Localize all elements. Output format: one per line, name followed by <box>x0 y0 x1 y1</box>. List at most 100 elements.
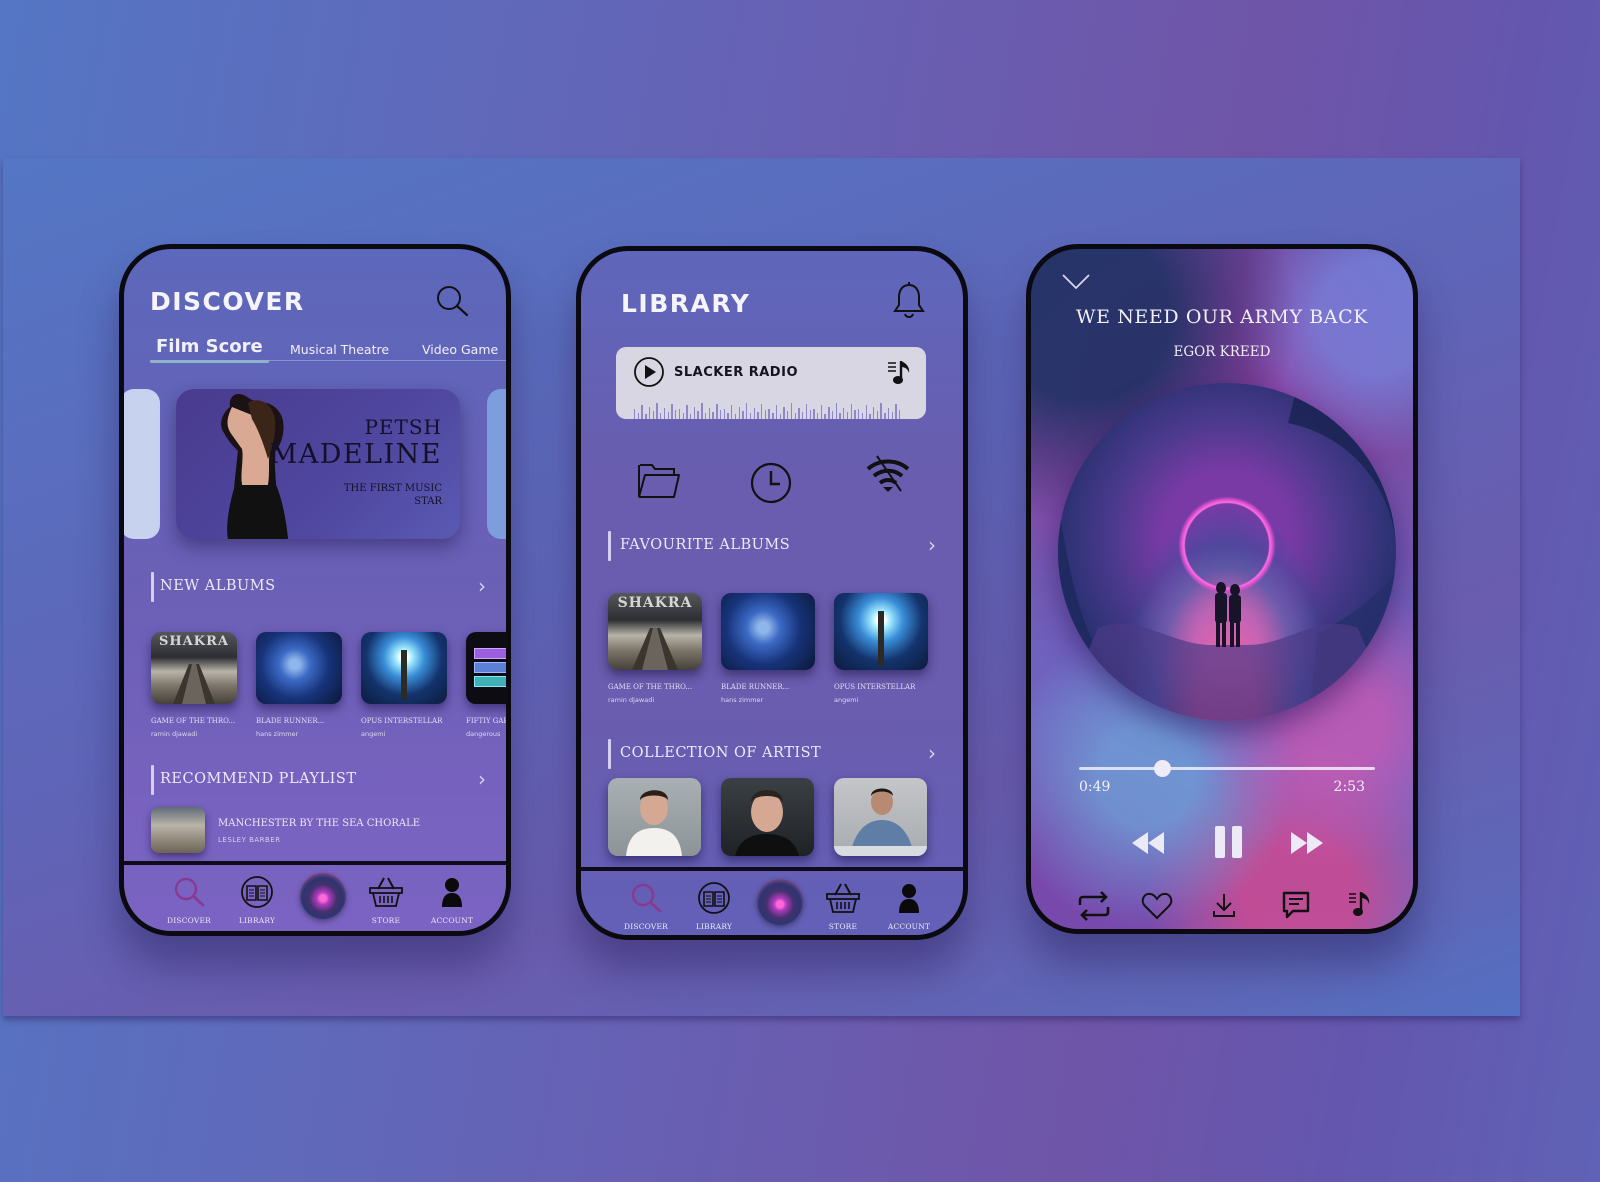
waveform-bar <box>701 403 703 419</box>
nav-now-playing[interactable] <box>750 879 810 925</box>
nav-discover[interactable]: DISCOVER <box>159 875 219 925</box>
album-card[interactable]: SHAKRA GAME OF THE THRO... ramin djawadi <box>608 593 702 704</box>
chevron-down-icon[interactable] <box>1061 273 1091 291</box>
waveform-bar <box>839 413 841 419</box>
waveform-bar <box>667 412 669 419</box>
album-artist: hans zimmer <box>721 696 764 704</box>
music-queue-icon[interactable] <box>886 357 914 387</box>
playlist-artist: LESLEY BARBER <box>218 836 281 844</box>
heart-icon[interactable] <box>1141 892 1173 920</box>
waveform-bar <box>656 403 658 419</box>
album-card[interactable]: SHAKRA GAME OF THE THRO... ramin djawadi <box>151 632 237 738</box>
folder-icon[interactable] <box>636 459 682 505</box>
playlist-icon[interactable] <box>1348 889 1372 919</box>
progress-bar[interactable] <box>1079 760 1375 777</box>
tab-video-game[interactable]: Video Game <box>422 342 498 357</box>
library-screen: LIBRARY SLACKER RADIO FAVOURITE ALBUMS ›… <box>576 246 968 940</box>
waveform-bar <box>742 411 744 419</box>
nav-library[interactable]: LIBRARY <box>684 881 744 931</box>
album-card[interactable]: BLADE RUNNER... hans zimmer <box>721 593 815 704</box>
progress-knob[interactable] <box>1153 760 1171 777</box>
waveform-bar <box>693 407 696 419</box>
user-icon <box>899 884 919 913</box>
waveform-bar <box>678 409 681 419</box>
featured-artist-card[interactable]: PETSH MADELINE THE FIRST MUSIC STAR <box>176 389 460 539</box>
nav-account[interactable]: ACCOUNT <box>879 881 939 931</box>
waveform-bar <box>716 404 718 419</box>
playlist-item[interactable]: MANCHESTER BY THE SEA CHORALE LESLEY BAR… <box>151 807 491 855</box>
album-title: BLADE RUNNER... <box>721 683 790 691</box>
radio-card[interactable]: SLACKER RADIO <box>616 347 926 419</box>
waveform-bar <box>802 412 804 419</box>
search-icon <box>631 883 662 913</box>
page-title: DISCOVER <box>150 287 305 316</box>
song-artist: EGOR KREED <box>1173 344 1271 360</box>
artist-card[interactable] <box>608 778 701 856</box>
section-title: NEW ALBUMS <box>160 578 276 594</box>
album-artist: ramin djawadi <box>151 730 198 738</box>
fast-forward-icon[interactable] <box>1289 830 1325 856</box>
waveform-bar <box>865 405 867 419</box>
waveform-bar <box>704 413 707 419</box>
pause-icon[interactable] <box>1213 824 1245 860</box>
nav-store[interactable]: STORE <box>356 875 416 925</box>
album-artist: ramin djawadi <box>608 696 655 704</box>
player-screen: WE NEED OUR ARMY BACK EGOR KREED 0:49 2:… <box>1026 244 1418 934</box>
waveform-bar <box>805 404 808 419</box>
chevron-right-icon[interactable]: › <box>928 533 936 557</box>
artist-card[interactable] <box>834 778 927 856</box>
waveform-bar <box>731 405 733 419</box>
chevron-right-icon[interactable]: › <box>928 741 936 765</box>
wifi-off-icon[interactable] <box>865 455 911 501</box>
clock-icon[interactable] <box>749 461 793 509</box>
user-icon <box>442 878 462 907</box>
section-title: RECOMMEND PLAYLIST <box>160 771 357 787</box>
carousel-next-card[interactable] <box>487 389 506 539</box>
nav-store[interactable]: STORE <box>813 881 873 931</box>
genre-tabs: Film Score Musical Theatre Video Game <box>150 336 506 363</box>
album-card[interactable]: FIFTIY GAR... dangerous <box>466 632 506 738</box>
album-cover <box>256 632 342 704</box>
now-playing-orb-icon <box>300 873 346 919</box>
bell-icon[interactable] <box>891 281 927 321</box>
download-icon[interactable] <box>1211 892 1237 920</box>
nav-now-playing[interactable] <box>293 873 353 919</box>
nav-library[interactable]: LIBRARY <box>227 875 287 925</box>
play-icon[interactable] <box>633 356 665 388</box>
nav-discover[interactable]: DISCOVER <box>616 881 676 931</box>
tab-film-score[interactable]: Film Score <box>150 336 269 363</box>
album-cover <box>834 593 928 670</box>
section-accent-bar <box>608 531 611 561</box>
album-card[interactable]: BLADE RUNNER... hans zimmer <box>256 632 342 738</box>
chevron-right-icon[interactable]: › <box>478 767 486 791</box>
tab-musical-theatre[interactable]: Musical Theatre <box>290 342 389 357</box>
playlist-cover <box>151 807 205 853</box>
repeat-icon[interactable] <box>1076 891 1112 921</box>
section-title: FAVOURITE ALBUMS <box>620 537 791 553</box>
search-icon[interactable] <box>434 283 472 321</box>
artist-card[interactable] <box>721 778 814 856</box>
waveform-bar <box>697 411 699 419</box>
waveform-bar <box>813 409 815 419</box>
carousel-prev-card[interactable] <box>124 389 160 539</box>
album-card[interactable]: OPUS INTERSTELLAR angemi <box>361 632 447 738</box>
waveform-bar <box>719 410 722 419</box>
waveform-bar <box>824 414 826 419</box>
waveform-bar <box>876 411 879 419</box>
waveform-bar <box>675 410 677 419</box>
album-card[interactable]: OPUS INTERSTELLAR angemi <box>834 593 928 704</box>
search-icon <box>174 877 205 907</box>
waveform-bar <box>887 408 890 419</box>
comment-icon[interactable] <box>1281 890 1311 920</box>
waveform-bar <box>820 405 823 419</box>
waveform-bar <box>835 403 837 419</box>
nav-account[interactable]: ACCOUNT <box>422 875 482 925</box>
waveform-bar <box>873 407 875 419</box>
rewind-icon[interactable] <box>1130 830 1166 856</box>
chevron-right-icon[interactable]: › <box>478 574 486 598</box>
song-title: WE NEED OUR ARMY BACK <box>1075 306 1369 328</box>
waveform-bar <box>753 408 755 419</box>
waveform-bar <box>690 414 692 419</box>
featured-name-line2: MADELINE <box>269 439 442 470</box>
waveform-bar <box>854 410 856 419</box>
